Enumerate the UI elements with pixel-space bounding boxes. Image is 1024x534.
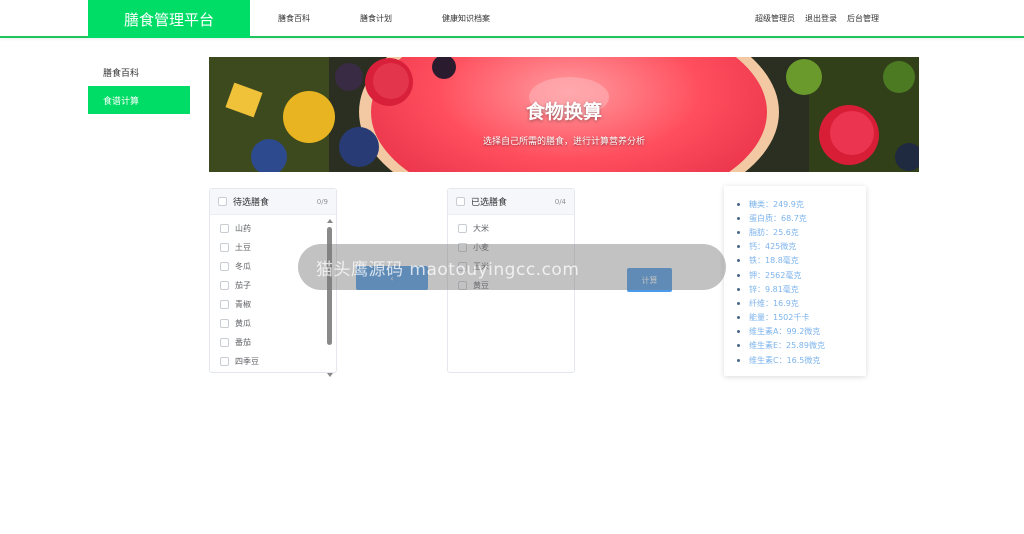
site-logo[interactable]: 膳食管理平台 xyxy=(88,0,250,38)
nav-item-backend[interactable]: 后台管理 xyxy=(847,13,879,24)
item-checkbox[interactable] xyxy=(220,262,229,271)
nutrient-item: 铁：18.8毫克 xyxy=(749,254,866,268)
panel-title: 待选膳食 xyxy=(233,198,270,208)
list-item[interactable]: 山药 xyxy=(210,219,336,238)
nav-item-diet-plan[interactable]: 膳食计划 xyxy=(360,13,392,24)
watermark-overlay: 猫头鹰源码 maotouyingcc.com xyxy=(298,244,726,290)
nutrient-item: 能量：1502千卡 xyxy=(749,311,866,325)
list-item[interactable]: 四季豆 xyxy=(210,352,336,371)
item-checkbox[interactable] xyxy=(220,243,229,252)
panel-header: 已选膳食 0/4 xyxy=(448,189,574,215)
nutrient-item: 糖类：249.9克 xyxy=(749,197,866,211)
selection-count: 0/4 xyxy=(554,197,566,206)
item-checkbox[interactable] xyxy=(220,319,229,328)
nav-item-health-archive[interactable]: 健康知识档案 xyxy=(442,13,490,24)
user-nav: 超级管理员 退出登录 后台管理 xyxy=(745,0,879,36)
banner-title: 食物换算 xyxy=(525,101,602,123)
item-checkbox[interactable] xyxy=(220,338,229,347)
scroll-down-arrow-icon[interactable] xyxy=(327,373,333,377)
item-label: 青椒 xyxy=(235,300,251,309)
nutrient-item: 纤维：16.9克 xyxy=(749,296,866,310)
item-checkbox[interactable] xyxy=(220,224,229,233)
main-nav: 膳食百科 膳食计划 健康知识档案 xyxy=(278,0,540,36)
item-label: 冬瓜 xyxy=(235,262,251,271)
item-label: 土豆 xyxy=(235,243,251,252)
food-list: 山药 土豆 冬瓜 茄子 青椒 黄瓜 番茄 四季豆 xyxy=(210,215,336,377)
nutrient-item: 维生素A：99.2微克 xyxy=(749,325,866,339)
item-label: 大米 xyxy=(473,224,489,233)
select-all-checkbox[interactable] xyxy=(456,197,465,206)
panel-header: 待选膳食 0/9 xyxy=(210,189,336,215)
list-item[interactable]: 黄瓜 xyxy=(210,314,336,333)
nutrient-item: 维生素E：25.89微克 xyxy=(749,339,866,353)
nav-item-diet-encyclopedia[interactable]: 膳食百科 xyxy=(278,13,310,24)
nutrition-result-card: 糖类：249.9克 蛋白质：68.7克 脂肪：25.6克 钙：425微克 铁：1… xyxy=(724,186,866,376)
list-item[interactable]: 番茄 xyxy=(210,333,336,352)
nutrient-item: 维生素C：16.5微克 xyxy=(749,353,866,367)
list-item[interactable]: 大米 xyxy=(448,219,574,238)
scroll-up-arrow-icon[interactable] xyxy=(327,219,333,223)
list-item[interactable]: 青椒 xyxy=(210,295,336,314)
sidebar-item-encyclopedia[interactable]: 膳食百科 xyxy=(88,58,190,86)
item-checkbox[interactable] xyxy=(220,281,229,290)
panel-title: 已选膳食 xyxy=(471,198,508,208)
item-label: 山药 xyxy=(235,224,251,233)
nutrient-item: 蛋白质：68.7克 xyxy=(749,211,866,225)
nutrition-list: 糖类：249.9克 蛋白质：68.7克 脂肪：25.6克 钙：425微克 铁：1… xyxy=(724,186,866,367)
item-checkbox[interactable] xyxy=(220,300,229,309)
nav-item-logout[interactable]: 退出登录 xyxy=(805,13,837,24)
nutrient-item: 钾：2562毫克 xyxy=(749,268,866,282)
item-label: 黄瓜 xyxy=(235,319,251,328)
item-checkbox[interactable] xyxy=(458,224,467,233)
nutrient-item: 锌：9.81毫克 xyxy=(749,282,866,296)
item-label: 茄子 xyxy=(235,281,251,290)
hero-banner: 食物换算 选择自己所需的膳食，进行计算营养分析 xyxy=(209,57,919,172)
nav-item-admin-user[interactable]: 超级管理员 xyxy=(755,13,795,24)
nutrient-item: 脂肪：25.6克 xyxy=(749,225,866,239)
list-scrollbar[interactable] xyxy=(327,219,333,377)
nutrient-item: 钙：425微克 xyxy=(749,240,866,254)
sidebar-item-recipe-calc[interactable]: 食谱计算 xyxy=(88,86,190,114)
select-all-checkbox[interactable] xyxy=(218,197,227,206)
item-label: 番茄 xyxy=(235,338,251,347)
selection-count: 0/9 xyxy=(316,197,328,206)
item-checkbox[interactable] xyxy=(220,357,229,366)
banner-subtitle: 选择自己所需的膳食，进行计算营养分析 xyxy=(482,137,645,147)
top-header: 膳食管理平台 膳食百科 膳食计划 健康知识档案 超级管理员 退出登录 后台管理 xyxy=(0,0,1024,38)
item-label: 四季豆 xyxy=(235,357,259,366)
